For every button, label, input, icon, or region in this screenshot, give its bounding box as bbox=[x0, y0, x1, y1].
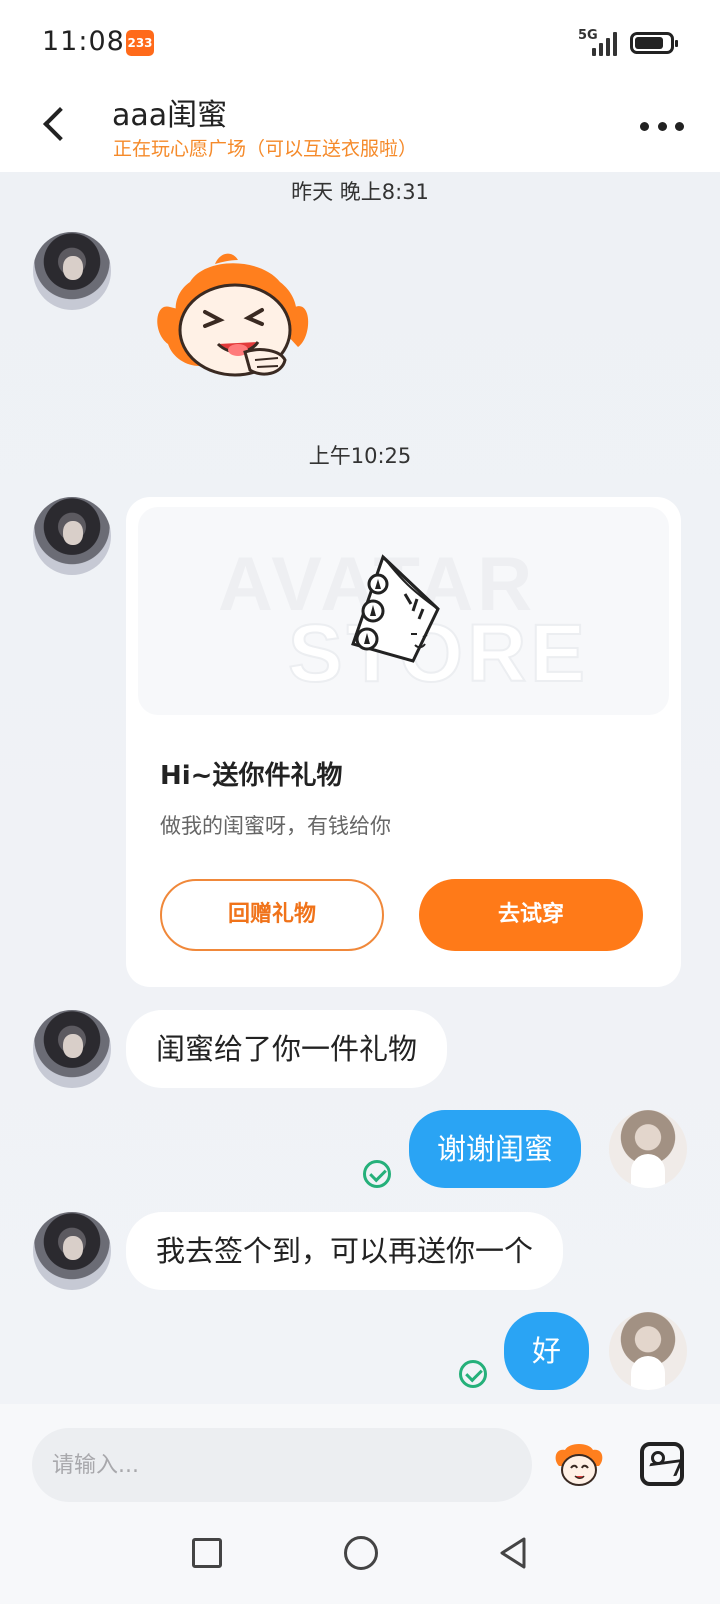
mascot-emoji-icon[interactable] bbox=[553, 1440, 605, 1488]
chat-message-list[interactable]: 昨天 晚上8:31 上午10:25 AVATAR STORE bbox=[0, 172, 720, 1404]
friend-avatar[interactable] bbox=[33, 497, 111, 575]
more-dots-icon[interactable] bbox=[640, 116, 684, 136]
timestamp: 昨天 晚上8:31 bbox=[291, 180, 429, 204]
timestamp: 上午10:25 bbox=[308, 444, 412, 468]
cake-slice-icon bbox=[351, 554, 440, 663]
message-input[interactable] bbox=[32, 1428, 532, 1502]
gift-card-title: Hi~送你件礼物 bbox=[160, 761, 343, 791]
gift-image: AVATAR STORE bbox=[138, 507, 669, 715]
friend-avatar[interactable] bbox=[33, 232, 111, 310]
friend-avatar[interactable] bbox=[33, 1010, 111, 1088]
input-bar bbox=[0, 1404, 720, 1514]
gift-card[interactable]: AVATAR STORE Hi~送你件礼物 做我的闺蜜呀，有钱给你 回赠礼物 去… bbox=[126, 497, 681, 987]
friend-avatar[interactable] bbox=[33, 1212, 111, 1290]
app-badge-icon: 233 bbox=[126, 30, 154, 56]
chat-status-subtitle[interactable]: 正在玩心愿广场（可以互送衣服啦） bbox=[113, 134, 417, 161]
try-on-button[interactable]: 去试穿 bbox=[419, 879, 643, 951]
nav-back-icon[interactable] bbox=[498, 1536, 528, 1570]
signal-icon bbox=[592, 30, 622, 56]
image-picker-icon[interactable] bbox=[640, 1442, 684, 1486]
system-nav-bar bbox=[0, 1514, 720, 1604]
message-bubble[interactable]: 我去签个到，可以再送你一个 bbox=[126, 1212, 564, 1290]
message-bubble[interactable]: 闺蜜给了你一件礼物 bbox=[126, 1010, 448, 1088]
my-avatar[interactable] bbox=[609, 1312, 687, 1390]
recent-apps-icon[interactable] bbox=[192, 1538, 222, 1568]
message-bubble[interactable]: 谢谢闺蜜 bbox=[409, 1110, 582, 1188]
mascot-sticker-icon[interactable] bbox=[150, 252, 315, 382]
battery-icon bbox=[630, 32, 678, 54]
back-arrow-icon[interactable] bbox=[36, 98, 76, 148]
status-bar: 11:08 233 5G bbox=[0, 0, 720, 80]
chat-title: aaa闺蜜 bbox=[112, 98, 228, 133]
gift-card-description: 做我的闺蜜呀，有钱给你 bbox=[160, 814, 391, 838]
chat-header: aaa闺蜜 正在玩心愿广场（可以互送衣服啦） bbox=[0, 80, 720, 172]
my-avatar[interactable] bbox=[609, 1110, 687, 1188]
message-bubble[interactable]: 好 bbox=[504, 1312, 590, 1390]
check-circle-icon bbox=[363, 1160, 391, 1188]
status-time: 11:08 bbox=[42, 26, 125, 57]
check-circle-icon bbox=[459, 1360, 487, 1388]
return-gift-button[interactable]: 回赠礼物 bbox=[160, 879, 384, 951]
home-icon[interactable] bbox=[344, 1536, 378, 1570]
